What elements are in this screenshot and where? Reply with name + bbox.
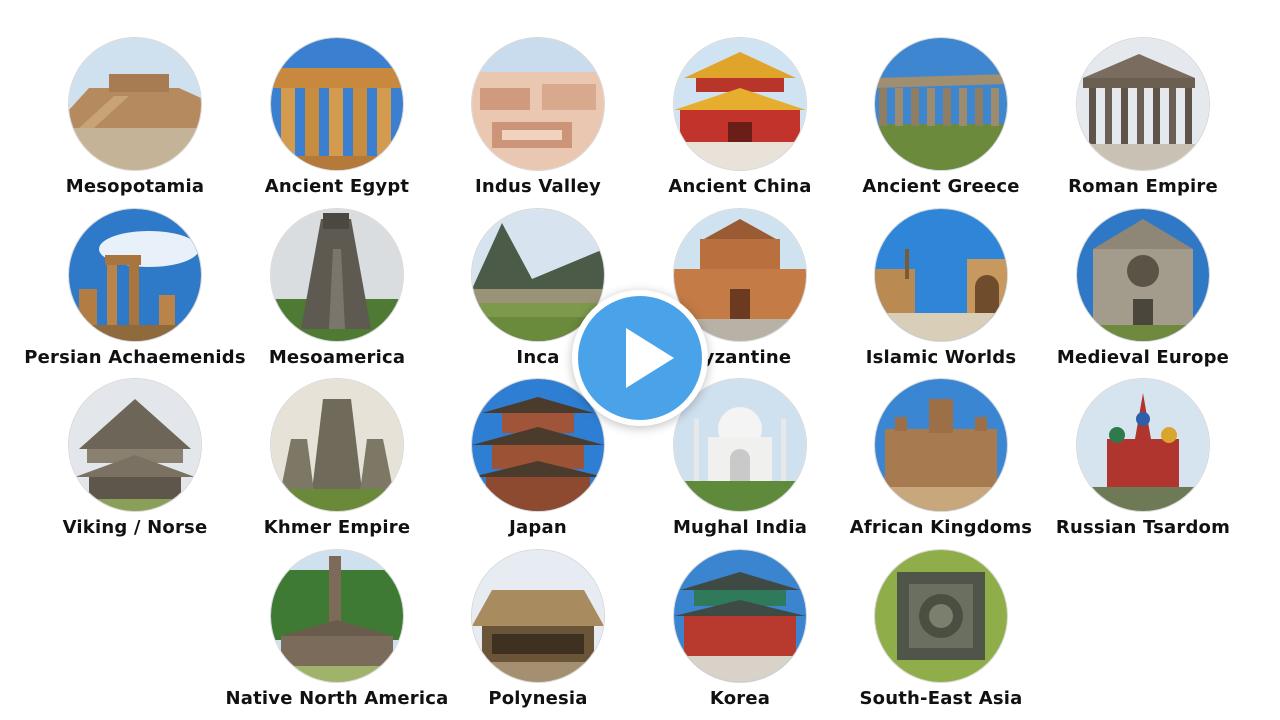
tile-islamic-worlds[interactable]: Islamic Worlds xyxy=(831,209,1051,379)
mesopotamia-image xyxy=(69,38,201,170)
ancient-china-image xyxy=(674,38,806,170)
viking-norse-image xyxy=(69,379,201,511)
tile-viking-norse[interactable]: Viking / Norse xyxy=(25,379,245,549)
persian-achaemenids-image xyxy=(69,209,201,341)
polynesia-image xyxy=(472,550,604,682)
medieval-europe-image xyxy=(1077,209,1209,341)
tile-label: South-East Asia xyxy=(859,688,1023,709)
tile-indus-valley[interactable]: Indus Valley xyxy=(428,38,648,208)
tile-korea[interactable]: Korea xyxy=(630,550,850,720)
tile-label: Medieval Europe xyxy=(1056,347,1230,368)
islamic-worlds-image xyxy=(875,209,1007,341)
ancient-greece-image xyxy=(875,38,1007,170)
tile-roman-empire[interactable]: Roman Empire xyxy=(1033,38,1253,208)
play-button[interactable] xyxy=(572,290,708,426)
tile-label: Roman Empire xyxy=(1068,176,1218,197)
south-east-asia-image xyxy=(875,550,1007,682)
tile-label: Russian Tsardom xyxy=(1055,517,1231,538)
native-north-america-image xyxy=(271,550,403,682)
indus-valley-image xyxy=(472,38,604,170)
tile-ancient-egypt[interactable]: Ancient Egypt xyxy=(227,38,447,208)
tile-khmer-empire[interactable]: Khmer Empire xyxy=(227,379,447,549)
tile-persian-achaemenids[interactable]: Persian Achaemenids xyxy=(24,209,246,379)
african-kingdoms-image xyxy=(875,379,1007,511)
tile-mesopotamia[interactable]: Mesopotamia xyxy=(25,38,245,208)
roman-empire-image xyxy=(1077,38,1209,170)
play-icon xyxy=(626,328,674,388)
tile-ancient-china[interactable]: Ancient China xyxy=(630,38,850,208)
ancient-egypt-image xyxy=(271,38,403,170)
korea-image xyxy=(674,550,806,682)
tile-african-kingdoms[interactable]: African Kingdoms xyxy=(831,379,1051,549)
tile-polynesia[interactable]: Polynesia xyxy=(428,550,648,720)
tile-mesoamerica[interactable]: Mesoamerica xyxy=(227,209,447,379)
tile-native-north-america[interactable]: Native North America xyxy=(226,550,448,720)
tile-south-east-asia[interactable]: South-East Asia xyxy=(831,550,1051,720)
russian-tsardom-image xyxy=(1077,379,1209,511)
khmer-empire-image xyxy=(271,379,403,511)
tile-ancient-greece[interactable]: Ancient Greece xyxy=(831,38,1051,208)
tile-russian-tsardom[interactable]: Russian Tsardom xyxy=(1033,379,1253,549)
tile-medieval-europe[interactable]: Medieval Europe xyxy=(1033,209,1253,379)
mesoamerica-image xyxy=(271,209,403,341)
